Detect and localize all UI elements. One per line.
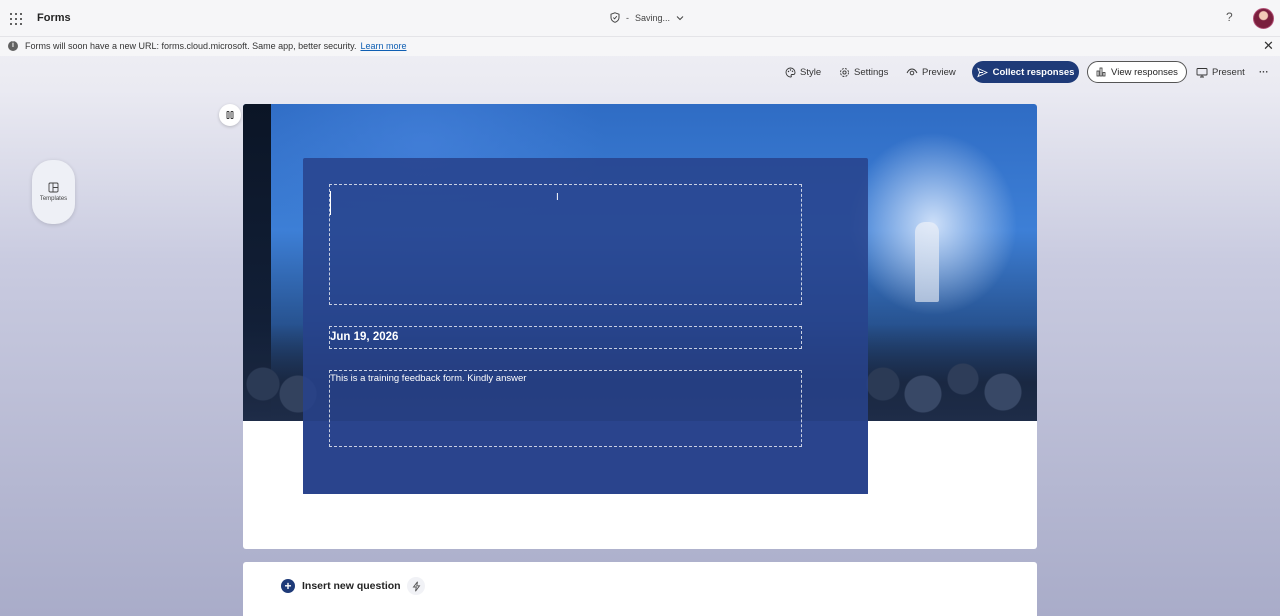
send-icon bbox=[976, 67, 988, 77]
save-status[interactable]: - Saving... bbox=[610, 12, 684, 23]
ibeam-cursor-icon: I bbox=[556, 192, 559, 203]
eye-icon bbox=[906, 68, 918, 76]
help-icon[interactable]: ? bbox=[1226, 10, 1233, 24]
collect-responses-button[interactable]: Collect responses bbox=[972, 61, 1079, 83]
notification-text: Forms will soon have a new URL: forms.cl… bbox=[25, 41, 407, 51]
info-icon: i bbox=[8, 41, 18, 51]
bar-chart-icon bbox=[1096, 67, 1106, 77]
form-title-input[interactable] bbox=[329, 184, 802, 305]
view-responses-button[interactable]: View responses bbox=[1087, 61, 1187, 83]
chevron-down-icon bbox=[676, 15, 684, 20]
insert-new-question-label: Insert new question bbox=[302, 580, 401, 592]
toolbar: Style Settings Preview Collect responses… bbox=[0, 61, 1280, 83]
notification-message: Forms will soon have a new URL: forms.cl… bbox=[25, 41, 357, 51]
preview-button[interactable]: Preview bbox=[906, 61, 956, 83]
lightning-icon bbox=[412, 581, 420, 591]
templates-button[interactable]: Templates bbox=[32, 160, 75, 224]
form-date-field[interactable]: Jun 19, 2026 bbox=[329, 326, 802, 349]
top-bar: Forms - Saving... ? bbox=[0, 0, 1280, 37]
pause-icon bbox=[226, 111, 234, 119]
shield-icon bbox=[610, 12, 620, 23]
monitor-icon bbox=[1196, 67, 1208, 77]
status-separator: - bbox=[626, 12, 629, 23]
close-icon[interactable]: ✕ bbox=[1263, 38, 1274, 54]
app-launcher-icon[interactable] bbox=[10, 13, 22, 25]
save-status-text: Saving... bbox=[635, 12, 671, 23]
more-options-icon[interactable]: ··· bbox=[1259, 61, 1269, 83]
templates-icon bbox=[48, 182, 59, 193]
collect-responses-label: Collect responses bbox=[992, 66, 1075, 78]
present-button[interactable]: Present bbox=[1196, 61, 1245, 83]
insert-question-card: + Insert new question bbox=[243, 562, 1037, 616]
notification-bar: i Forms will soon have a new URL: forms.… bbox=[0, 37, 1280, 56]
style-label: Style bbox=[800, 66, 822, 78]
avatar[interactable] bbox=[1253, 8, 1274, 29]
form-description-field[interactable]: This is a training feedback form. Kindly… bbox=[329, 370, 802, 447]
form-description-value: This is a training feedback form. Kindly… bbox=[330, 373, 527, 384]
palette-icon bbox=[785, 67, 796, 77]
view-responses-label: View responses bbox=[1111, 66, 1178, 78]
insert-new-question-button[interactable]: + Insert new question bbox=[281, 579, 401, 593]
gear-icon bbox=[840, 67, 849, 77]
form-header-card: I Jun 19, 2026 This is a training feedba… bbox=[243, 104, 1037, 549]
collapse-panel-button[interactable] bbox=[219, 104, 241, 126]
style-button[interactable]: Style bbox=[785, 61, 821, 83]
present-label: Present bbox=[1212, 66, 1245, 78]
app-title[interactable]: Forms bbox=[37, 12, 71, 24]
settings-button[interactable]: Settings bbox=[839, 61, 888, 83]
text-caret bbox=[330, 191, 331, 215]
add-circle-icon: + bbox=[281, 579, 295, 593]
templates-label: Templates bbox=[39, 196, 68, 202]
preview-label: Preview bbox=[922, 66, 956, 78]
learn-more-link[interactable]: Learn more bbox=[360, 41, 406, 51]
settings-label: Settings bbox=[854, 66, 889, 78]
ai-suggest-icon[interactable] bbox=[407, 577, 425, 595]
banner-speaker-figure bbox=[915, 222, 939, 302]
form-date-value: Jun 19, 2026 bbox=[330, 331, 399, 343]
